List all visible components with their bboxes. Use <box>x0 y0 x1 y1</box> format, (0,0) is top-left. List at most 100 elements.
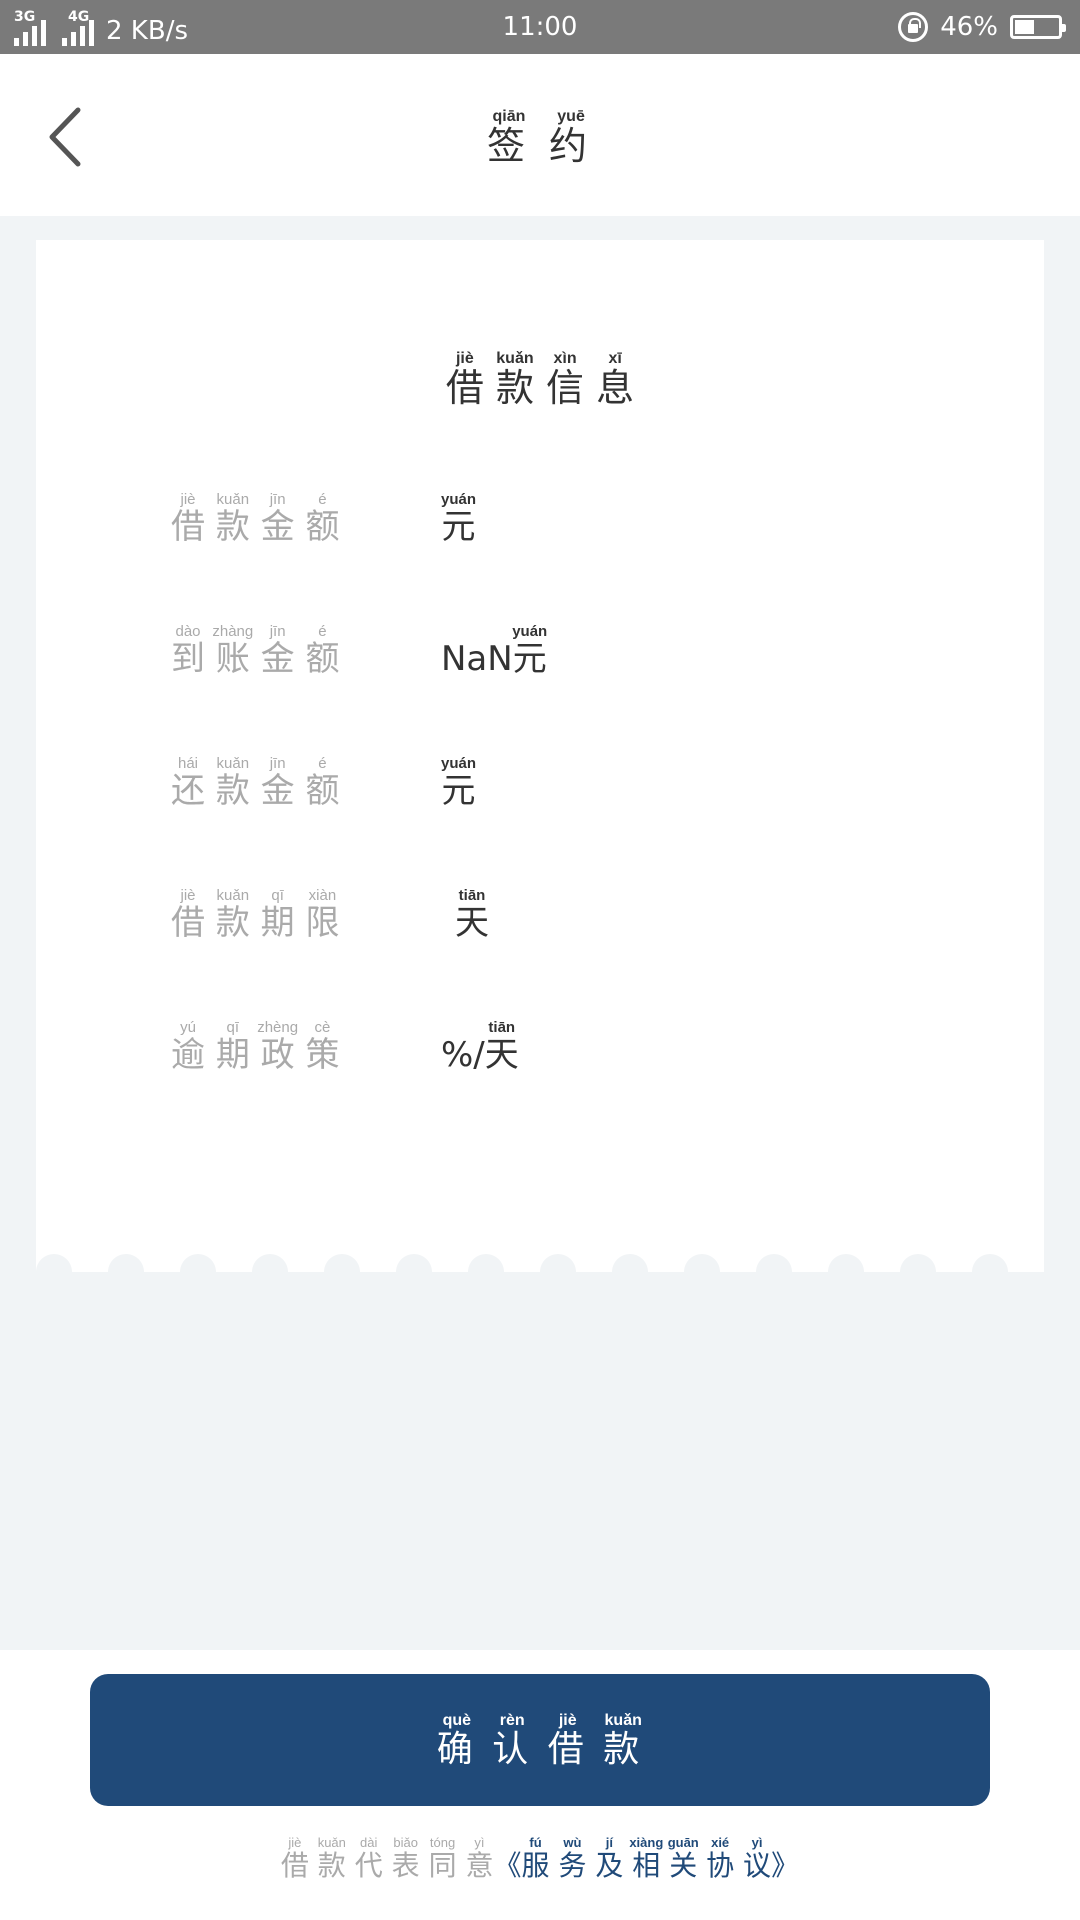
pinyin: jiè <box>171 887 205 904</box>
ruby-char: 元yuán <box>512 623 548 679</box>
pinyin: kuǎn <box>215 491 250 508</box>
pinyin: dài <box>354 1835 383 1850</box>
battery-level <box>1015 20 1035 34</box>
ruby-char: 表biǎo <box>391 1835 420 1882</box>
row-value: 天tiān <box>455 887 489 944</box>
card-title: 借jiè 款kuǎn 信xìn 息xī <box>36 350 1044 412</box>
ruby-char: 期qī <box>215 1019 250 1075</box>
pinyin: zhèng <box>257 1019 299 1036</box>
agreement-notice: 借jiè 款kuǎn 代dài 表biǎo 同tóng 意yì《服fú 务wù … <box>0 1835 1080 1884</box>
ruby-char: 服fú <box>521 1835 550 1882</box>
status-right: 46% <box>898 10 1066 44</box>
pinyin: jiè <box>171 491 205 508</box>
pinyin: qiān <box>486 108 531 125</box>
pinyin: kuǎn <box>495 350 534 367</box>
ruby-char: 款kuǎn <box>317 1835 346 1882</box>
confirm-loan-button[interactable]: 确què 认rèn 借jiè 款kuǎn <box>90 1674 990 1806</box>
ruby-char: 额é <box>305 623 340 679</box>
service-agreement-link[interactable]: 《服fú 务wù 及jí 相xiàng 关guān 协xié 议yì》 <box>494 1835 800 1882</box>
ruby-char: 务wù <box>558 1835 587 1882</box>
ruby-char: 借jiè <box>445 350 484 410</box>
pinyin: guān <box>667 1835 699 1850</box>
ruby-char: 逾yú <box>171 1019 205 1075</box>
pinyin: é <box>305 755 340 772</box>
ruby-char: 款kuǎn <box>215 755 250 811</box>
header: 签qiān 约yuē <box>0 54 1080 216</box>
row-value: 元yuán <box>441 491 476 548</box>
pinyin: yú <box>171 1019 205 1036</box>
pinyin: jiè <box>445 350 484 367</box>
ruby-char: 借jiè <box>171 491 205 547</box>
pinyin: kuǎn <box>603 1712 644 1729</box>
ruby-char: 金jīn <box>260 755 295 811</box>
row-value: %/天tiān <box>441 1019 519 1076</box>
ruby-char: 签qiān <box>486 108 531 168</box>
scallop-dot <box>396 1254 432 1290</box>
pinyin: kuǎn <box>215 755 250 772</box>
pinyin: yì <box>465 1835 494 1850</box>
pinyin: jīn <box>260 623 295 640</box>
pinyin: tiān <box>484 1019 519 1036</box>
pinyin: jīn <box>260 755 295 772</box>
ruby-char: 政zhèng <box>257 1019 299 1075</box>
card-scallop-edge <box>36 1254 1044 1290</box>
ruby-char: 天tiān <box>484 1019 519 1075</box>
pinyin: yì <box>743 1835 772 1850</box>
ruby-char: 借jiè <box>547 1712 588 1770</box>
row-label: 到dào 账zhàng 金jīn 额é <box>171 623 340 680</box>
ruby-char: 信xìn <box>546 350 585 410</box>
ruby-char: 关guān <box>667 1835 699 1882</box>
ruby-char: 金jīn <box>260 491 295 547</box>
confirm-loan-label: 确què 认rèn 借jiè 款kuǎn <box>437 1712 643 1772</box>
battery-icon <box>1010 15 1066 39</box>
ruby-char: 款kuǎn <box>603 1712 644 1770</box>
value-unit: 天tiān <box>484 1019 519 1075</box>
pinyin: què <box>436 1712 477 1729</box>
pinyin: xī <box>596 350 635 367</box>
pinyin: jí <box>595 1835 624 1850</box>
pinyin: fú <box>521 1835 550 1850</box>
ruby-char: 还hái <box>171 755 205 811</box>
pinyin: jiè <box>280 1835 309 1850</box>
ruby-char: 约yuē <box>549 108 594 168</box>
agreement-link-text: 服fú 务wù 及jí 相xiàng 关guān 协xié 议yì <box>521 1835 772 1882</box>
pinyin: qī <box>260 887 295 904</box>
pinyin: yuán <box>441 755 477 772</box>
pinyin: hái <box>171 755 205 772</box>
page-title: 签qiān 约yuē <box>0 108 1080 170</box>
battery-percent: 46% <box>940 12 998 42</box>
pinyin: jīn <box>260 491 295 508</box>
scallop-dot <box>540 1254 576 1290</box>
ruby-char: 账zhàng <box>212 623 254 679</box>
pinyin: é <box>305 491 340 508</box>
ruby-char: 限xiàn <box>305 887 340 943</box>
pinyin: xiàn <box>305 887 340 904</box>
pinyin: kuǎn <box>317 1835 346 1850</box>
scallop-dot <box>468 1254 504 1290</box>
close-quote: 》 <box>771 1849 800 1882</box>
pinyin: qī <box>215 1019 250 1036</box>
scallop-dot <box>108 1254 144 1290</box>
ruby-char: 确què <box>436 1712 477 1770</box>
value-unit: 元yuán <box>441 755 477 811</box>
pinyin: cè <box>305 1019 340 1036</box>
ruby-char: 天tiān <box>455 887 489 943</box>
pinyin: rèn <box>492 1712 533 1729</box>
scallop-dot <box>36 1254 72 1290</box>
ruby-char: 代dài <box>354 1835 383 1882</box>
value-number: NaN <box>441 639 513 679</box>
bottom-panel: 确què 认rèn 借jiè 款kuǎn 借jiè 款kuǎn 代dài 表bi… <box>0 1650 1080 1920</box>
ruby-char: 相xiàng <box>629 1835 664 1882</box>
pinyin: biǎo <box>391 1835 420 1850</box>
ruby-char: 款kuǎn <box>495 350 534 410</box>
pinyin: xié <box>706 1835 735 1850</box>
ruby-char: 元yuán <box>441 755 477 811</box>
pinyin: é <box>305 623 340 640</box>
pinyin: jiè <box>547 1712 588 1729</box>
pinyin: xìn <box>546 350 585 367</box>
ruby-char: 息xī <box>596 350 635 410</box>
value-unit: 元yuán <box>512 623 548 679</box>
row-label: 借jiè 款kuǎn 金jīn 额é <box>171 491 340 548</box>
ruby-char: 额é <box>305 491 340 547</box>
row-label: 逾yú 期qī 政zhèng 策cè <box>171 1019 340 1076</box>
